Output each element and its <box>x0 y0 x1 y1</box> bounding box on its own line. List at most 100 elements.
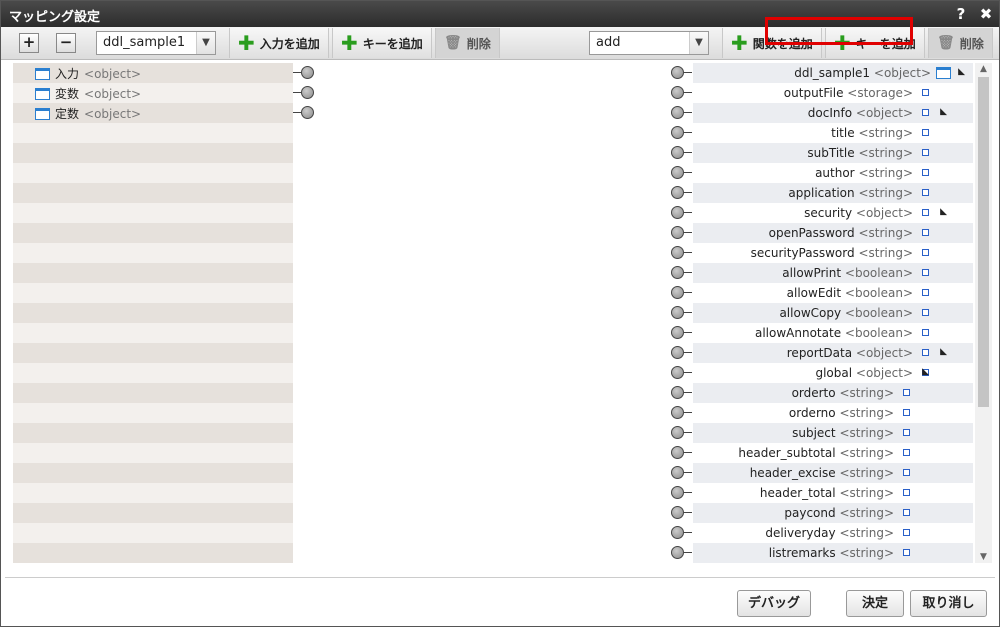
target-connector-icon[interactable] <box>669 185 693 201</box>
target-connector-icon[interactable] <box>669 225 693 241</box>
target-node-name: outputFile <box>783 86 844 100</box>
target-connector-icon[interactable] <box>669 365 693 381</box>
close-button[interactable]: ✖ <box>976 4 996 24</box>
cancel-button[interactable]: 取り消し <box>910 590 987 617</box>
target-node[interactable]: subTitle <string> <box>807 146 913 160</box>
target-node[interactable]: application <string> <box>788 186 913 200</box>
target-connector-icon[interactable] <box>669 545 693 561</box>
target-node[interactable]: subject <string> <box>792 426 894 440</box>
source-node[interactable]: 入力 <object> <box>35 65 141 82</box>
source-cell <box>13 223 293 243</box>
target-connector-icon[interactable] <box>669 305 693 321</box>
source-cell <box>13 523 293 543</box>
target-node[interactable]: header_excise <string> <box>750 466 894 480</box>
source-cell <box>13 343 293 363</box>
target-connector-icon[interactable] <box>669 145 693 161</box>
target-connector-icon[interactable] <box>669 445 693 461</box>
target-connector-icon[interactable] <box>669 65 693 81</box>
target-connector-icon[interactable] <box>669 165 693 181</box>
target-connector-icon[interactable] <box>669 85 693 101</box>
target-node[interactable]: author <string> <box>815 166 913 180</box>
scroll-up-icon[interactable]: ▲ <box>975 63 992 75</box>
target-connector-icon[interactable] <box>669 485 693 501</box>
delete-button-right[interactable]: 🗑 削除 <box>928 28 993 58</box>
mapping-canvas-cell <box>293 163 693 183</box>
target-node[interactable]: allowPrint <boolean> <box>782 266 913 280</box>
target-connector-icon[interactable] <box>669 125 693 141</box>
debug-button[interactable]: デバッグ <box>737 590 811 617</box>
add-key-button-left[interactable]: ✚ キーを追加 <box>332 28 432 58</box>
target-connector-icon[interactable] <box>669 345 693 361</box>
target-node[interactable]: securityPassword <string> <box>751 246 913 260</box>
target-connector-icon[interactable] <box>669 505 693 521</box>
target-connector-icon[interactable] <box>669 205 693 221</box>
expand-all-button[interactable]: + <box>19 33 39 53</box>
expand-toggle-icon[interactable]: ◣ <box>940 207 947 217</box>
target-node[interactable]: orderto <string> <box>792 386 894 400</box>
target-connector-icon[interactable] <box>669 265 693 281</box>
target-node[interactable]: ddl_sample1 <object> <box>794 66 931 80</box>
target-node[interactable]: docInfo <object> <box>808 106 913 120</box>
target-cell: securityPassword <string> <box>693 243 973 263</box>
target-connector-icon[interactable] <box>669 425 693 441</box>
target-node[interactable]: global <object> <box>815 366 913 380</box>
target-node-type: <string> <box>858 166 913 180</box>
expand-toggle-icon[interactable]: ◣ <box>958 67 965 77</box>
node-square-icon <box>922 329 929 336</box>
source-connector-icon[interactable] <box>293 105 317 121</box>
source-connector-icon[interactable] <box>293 85 317 101</box>
target-node-type: <string> <box>839 406 894 420</box>
target-node-type: <boolean> <box>844 326 913 340</box>
expand-toggle-icon[interactable]: ◣ <box>922 367 929 377</box>
target-node-type: <object> <box>855 346 913 360</box>
target-connector-icon[interactable] <box>669 325 693 341</box>
target-node[interactable]: reportData <object> <box>787 346 913 360</box>
target-cell: global <object> ◣ <box>693 363 973 383</box>
target-connector-icon[interactable] <box>669 245 693 261</box>
target-connector-icon[interactable] <box>669 385 693 401</box>
target-node[interactable]: listremarks <string> <box>769 546 894 560</box>
collapse-all-button[interactable]: − <box>56 33 76 53</box>
target-node[interactable]: paycond <string> <box>784 506 894 520</box>
scroll-down-icon[interactable]: ▼ <box>975 551 992 563</box>
object-box-icon <box>35 107 50 120</box>
vertical-scrollbar[interactable]: ▲ ▼ <box>975 63 992 563</box>
target-connector-icon[interactable] <box>669 405 693 421</box>
source-connector-icon[interactable] <box>293 65 317 81</box>
mapping-canvas-cell <box>293 103 693 123</box>
delete-button-left[interactable]: 🗑 削除 <box>435 28 500 58</box>
target-node[interactable]: allowCopy <boolean> <box>779 306 913 320</box>
ok-button[interactable]: 決定 <box>846 590 904 617</box>
add-input-button[interactable]: ✚ 入力を追加 <box>229 28 329 58</box>
target-node-type: <boolean> <box>844 266 913 280</box>
target-node-name: deliveryday <box>765 526 836 540</box>
target-node[interactable]: security <object> <box>804 206 913 220</box>
source-select[interactable]: ddl_sample1 ▼ <box>96 31 216 55</box>
target-node[interactable]: allowAnnotate <boolean> <box>755 326 913 340</box>
target-node[interactable]: deliveryday <string> <box>765 526 894 540</box>
source-cell <box>13 303 293 323</box>
target-connector-icon[interactable] <box>669 105 693 121</box>
scrollbar-thumb[interactable] <box>978 77 989 407</box>
target-node[interactable]: title <string> <box>831 126 913 140</box>
target-connector-icon[interactable] <box>669 285 693 301</box>
target-connector-icon[interactable] <box>669 525 693 541</box>
expand-toggle-icon[interactable]: ◣ <box>940 347 947 357</box>
source-node[interactable]: 変数 <object> <box>35 85 141 102</box>
target-node[interactable]: openPassword <string> <box>769 226 913 240</box>
source-node[interactable]: 定数 <object> <box>35 105 141 122</box>
source-cell <box>13 463 293 483</box>
node-square-icon <box>922 309 929 316</box>
target-node[interactable]: outputFile <storage> <box>784 86 913 100</box>
target-node[interactable]: header_total <string> <box>760 486 894 500</box>
mapping-row: title <string> <box>13 123 973 143</box>
target-cell: listremarks <string> <box>693 543 973 563</box>
target-node[interactable]: orderno <string> <box>789 406 894 420</box>
target-node[interactable]: allowEdit <boolean> <box>787 286 913 300</box>
target-connector-icon[interactable] <box>669 465 693 481</box>
expand-toggle-icon[interactable]: ◣ <box>940 107 947 117</box>
help-button[interactable]: ? <box>951 4 971 24</box>
target-select[interactable]: add ▼ <box>589 31 709 55</box>
target-node-type: <object> <box>873 66 931 80</box>
target-node[interactable]: header_subtotal <string> <box>738 446 894 460</box>
